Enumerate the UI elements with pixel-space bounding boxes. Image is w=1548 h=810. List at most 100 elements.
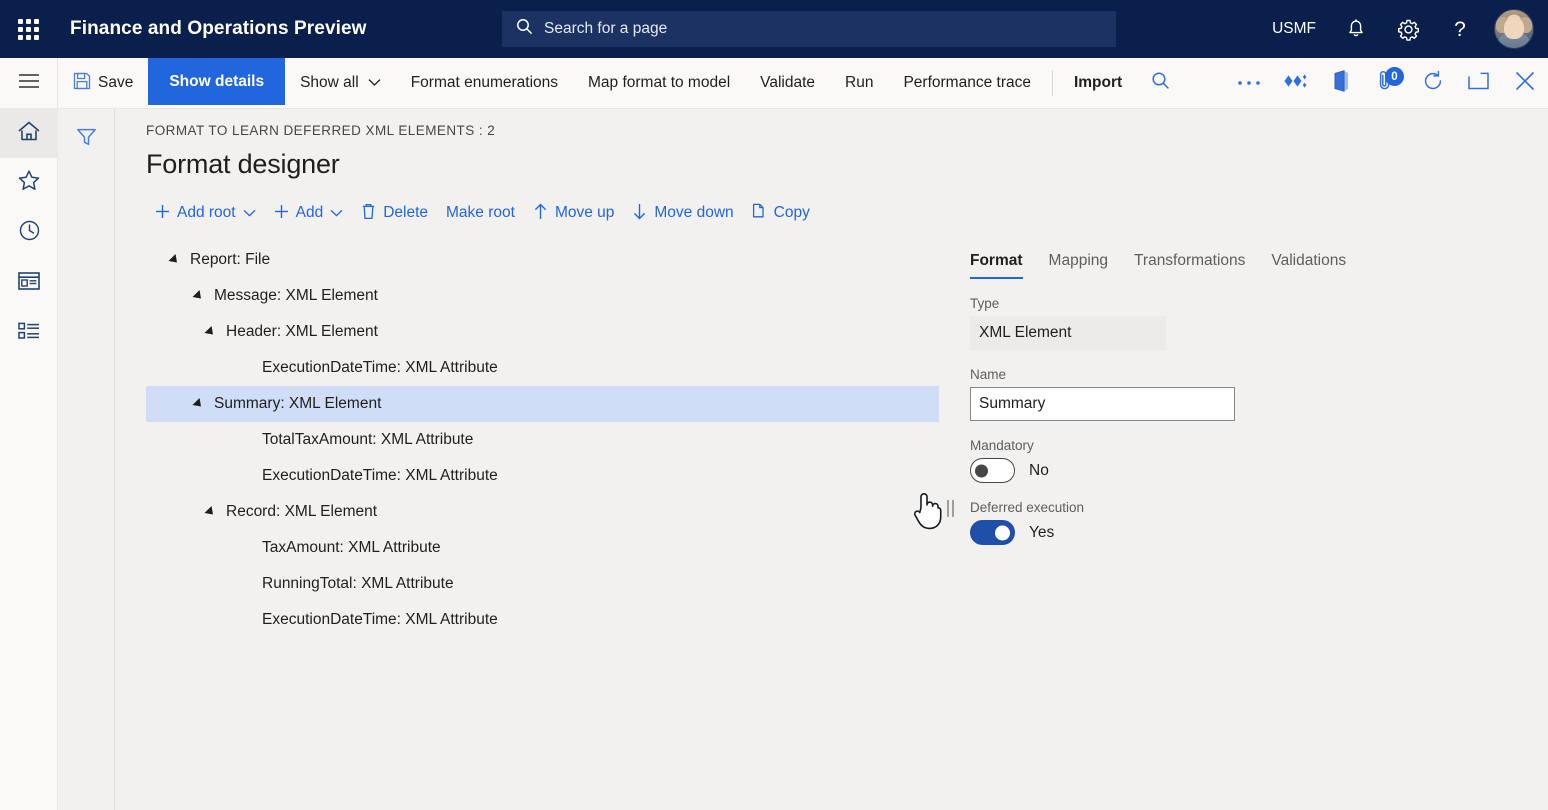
table-row[interactable]: Header: XML Element: [146, 314, 939, 350]
tree-node-label: Summary: XML Element: [214, 395, 381, 413]
sidebar-item-home[interactable]: [0, 108, 58, 158]
tree-node-spacer: [238, 468, 254, 484]
make-root-button[interactable]: Make root: [437, 198, 524, 228]
deferred-execution-field-group: Deferred execution Yes: [961, 500, 1548, 545]
table-row[interactable]: Report: File: [146, 242, 939, 278]
show-details-label: Show details: [169, 73, 264, 91]
table-row[interactable]: ExecutionDateTime: XML Attribute: [146, 350, 939, 386]
svg-text:?: ?: [1454, 18, 1466, 41]
expand-collapse-triangle-icon[interactable]: [190, 288, 206, 304]
expand-collapse-triangle-icon[interactable]: [202, 324, 218, 340]
add-label: Add: [296, 204, 324, 222]
performance-trace-button[interactable]: Performance trace: [888, 58, 1046, 108]
tab-mapping[interactable]: Mapping: [1036, 252, 1121, 279]
tab-format[interactable]: Format: [961, 252, 1036, 279]
mandatory-toggle[interactable]: [970, 458, 1015, 483]
tree-node-label: Record: XML Element: [226, 503, 377, 521]
type-label: Type: [970, 296, 1548, 311]
expand-collapse-triangle-icon[interactable]: [166, 252, 182, 268]
tab-validations[interactable]: Validations: [1258, 252, 1359, 279]
toolbar-search-button[interactable]: [1137, 58, 1183, 108]
sidebar-item-workspaces[interactable]: [0, 258, 58, 308]
mandatory-toggle-row: No: [970, 458, 1548, 483]
table-row[interactable]: RunningTotal: XML Attribute: [146, 566, 939, 602]
open-in-new-window-button[interactable]: [1456, 58, 1502, 108]
trash-icon: [361, 203, 376, 223]
expand-collapse-triangle-icon[interactable]: [202, 504, 218, 520]
sidebar-item-hamburger-menu[interactable]: [0, 58, 58, 108]
notification-bell-icon[interactable]: [1330, 0, 1382, 58]
mandatory-value: No: [1029, 462, 1049, 480]
office-app-button[interactable]: [1318, 58, 1364, 108]
format-enumerations-button[interactable]: Format enumerations: [396, 58, 573, 108]
refresh-icon: [1422, 70, 1444, 97]
table-row[interactable]: ExecutionDateTime: XML Attribute: [146, 602, 939, 638]
chevron-down-icon: [330, 204, 343, 222]
import-button[interactable]: Import: [1059, 58, 1137, 108]
mandatory-field-group: Mandatory No: [961, 438, 1548, 483]
validate-button[interactable]: Validate: [745, 58, 830, 108]
sidebar-item-recent[interactable]: [0, 208, 58, 258]
search-icon: [516, 18, 533, 40]
map-format-to-model-button[interactable]: Map format to model: [573, 58, 745, 108]
move-up-button[interactable]: Move up: [524, 197, 623, 229]
table-row[interactable]: Record: XML Element: [146, 494, 939, 530]
attachments-button[interactable]: 0: [1364, 58, 1410, 108]
overflow-ellipsis-button[interactable]: [1226, 58, 1272, 108]
show-all-button[interactable]: Show all: [285, 58, 396, 108]
performance-trace-label: Performance trace: [903, 74, 1031, 92]
chevron-down-icon: [368, 74, 381, 92]
show-details-button[interactable]: Show details: [148, 58, 285, 108]
name-input[interactable]: [970, 387, 1235, 421]
arrow-down-icon: [632, 203, 647, 223]
global-search-box[interactable]: [502, 11, 1116, 47]
copy-label: Copy: [774, 204, 810, 222]
close-button[interactable]: [1502, 58, 1548, 108]
chevron-down-icon: [243, 204, 256, 222]
star-icon: [17, 169, 41, 197]
table-row[interactable]: TotalTaxAmount: XML Attribute: [146, 422, 939, 458]
run-button[interactable]: Run: [830, 58, 888, 108]
breadcrumb: FORMAT TO LEARN DEFERRED XML ELEMENTS : …: [146, 123, 1548, 143]
app-launcher-button[interactable]: [0, 0, 56, 58]
copy-button[interactable]: Copy: [743, 197, 819, 229]
gear-icon[interactable]: [1382, 0, 1434, 58]
search-input[interactable]: [544, 20, 1102, 38]
page-title: Format designer: [146, 149, 1548, 180]
tree-node-label: TotalTaxAmount: XML Attribute: [262, 431, 473, 449]
refresh-button[interactable]: [1410, 58, 1456, 108]
home-icon: [17, 120, 41, 147]
top-navigation-bar: Finance and Operations Preview USMF ?: [0, 0, 1548, 58]
company-selector[interactable]: USMF: [1258, 0, 1330, 58]
sidebar-item-favorites[interactable]: [0, 158, 58, 208]
table-row[interactable]: Message: XML Element: [146, 278, 939, 314]
tree-node-label: ExecutionDateTime: XML Attribute: [262, 359, 498, 377]
tree-node-label: ExecutionDateTime: XML Attribute: [262, 467, 498, 485]
expand-collapse-triangle-icon[interactable]: [190, 396, 206, 412]
tab-mapping-label: Mapping: [1049, 252, 1108, 269]
help-question-icon[interactable]: ?: [1434, 0, 1486, 58]
tree-node-label: Header: XML Element: [226, 323, 378, 341]
table-row[interactable]: TaxAmount: XML Attribute: [146, 530, 939, 566]
move-down-button[interactable]: Move down: [623, 197, 742, 229]
add-root-button[interactable]: Add root: [146, 198, 265, 228]
workspace-icon: [17, 271, 41, 296]
filter-button[interactable]: [58, 117, 115, 161]
tab-transformations[interactable]: Transformations: [1121, 252, 1258, 279]
save-button[interactable]: Save: [58, 58, 148, 108]
user-avatar[interactable]: [1494, 9, 1534, 49]
add-button[interactable]: Add: [265, 198, 353, 228]
deferred-execution-toggle[interactable]: [970, 520, 1015, 545]
close-icon: [1514, 70, 1536, 97]
pane-splitter-handle[interactable]: [939, 242, 961, 802]
copy-icon: [752, 203, 767, 223]
designer-split-area: Report: File Message: XML Element Header…: [146, 242, 1548, 802]
move-up-label: Move up: [555, 204, 614, 222]
share-diamonds-button[interactable]: [1272, 58, 1318, 108]
sidebar-item-modules[interactable]: [0, 308, 58, 358]
tree-node-spacer: [238, 612, 254, 628]
tab-validations-label: Validations: [1271, 252, 1346, 269]
delete-button[interactable]: Delete: [352, 197, 437, 229]
table-row[interactable]: Summary: XML Element: [146, 386, 939, 422]
table-row[interactable]: ExecutionDateTime: XML Attribute: [146, 458, 939, 494]
